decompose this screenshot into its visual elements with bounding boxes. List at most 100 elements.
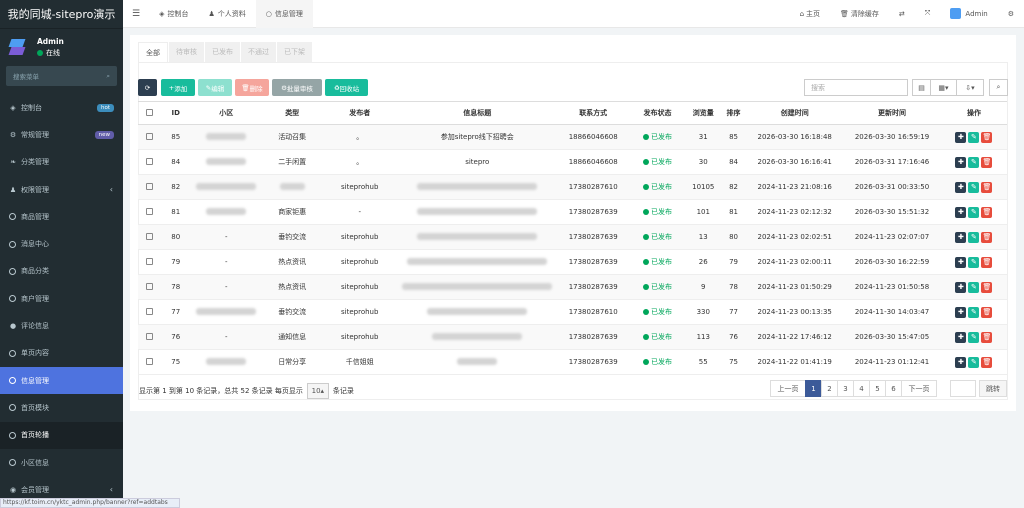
- drag-icon[interactable]: ✚: [955, 306, 967, 318]
- edit-icon[interactable]: ✎: [968, 281, 980, 293]
- table-row[interactable]: 76- 通知信息 siteprohub 17380287639 已发布 113 76 2024…: [138, 324, 1007, 350]
- sidebar-search-input[interactable]: 搜索菜单 ⌕: [6, 66, 117, 86]
- column-header[interactable]: 创建时间: [746, 101, 844, 125]
- delete-icon[interactable]: 🗑: [981, 256, 993, 268]
- edit-icon[interactable]: ✎: [968, 356, 980, 368]
- filter-tab-0[interactable]: 全部: [138, 42, 168, 62]
- sidebar-item-11[interactable]: 首页模块: [0, 394, 123, 421]
- table-row[interactable]: 80- 垂钓交流 siteprohub 17380287639 已发布 13 80 2024-…: [138, 224, 1007, 250]
- next-page-button[interactable]: 下一页: [901, 380, 937, 397]
- table-row[interactable]: 79- 热点资讯 siteprohub 17380287639 已发布 26 79 2024-…: [138, 249, 1007, 275]
- export-icon[interactable]: ⇩▾: [956, 79, 984, 96]
- drag-icon[interactable]: ✚: [955, 156, 967, 168]
- jump-page-input[interactable]: [950, 380, 976, 397]
- page-button[interactable]: 2: [821, 380, 838, 397]
- page-button[interactable]: 5: [869, 380, 886, 397]
- edit-icon[interactable]: ✎: [968, 306, 980, 318]
- column-header[interactable]: 小区: [190, 101, 263, 125]
- filter-tab-4[interactable]: 已下架: [277, 42, 312, 62]
- row-checkbox[interactable]: [146, 282, 154, 290]
- tab-info-manage[interactable]: ○ 信息管理: [255, 0, 313, 28]
- filter-tab-2[interactable]: 已发布: [205, 42, 240, 62]
- refresh-button[interactable]: ⟳: [138, 79, 157, 96]
- delete-icon[interactable]: 🗑: [981, 306, 993, 318]
- sidebar-item-5[interactable]: 消息中心: [0, 230, 123, 257]
- drag-icon[interactable]: ✚: [955, 256, 967, 268]
- app-title[interactable]: 我的同城-sitepro演示: [0, 0, 123, 29]
- tab-profile[interactable]: ♟ 个人资料: [198, 0, 255, 28]
- table-row[interactable]: 85 活动召集。参加sitepro线下招聘会 18866046608 已发布 31 85 2…: [138, 124, 1007, 150]
- clear-cache-button[interactable]: 🗑 清除缓存: [830, 0, 889, 28]
- delete-icon[interactable]: 🗑: [981, 281, 993, 293]
- sidebar-item-4[interactable]: 商品管理: [0, 203, 123, 230]
- sidebar-item-6[interactable]: 商品分类: [0, 258, 123, 285]
- table-row[interactable]: 84 二手闲置。 sitepro 18866046608 已发布 30 84 2026-03-…: [138, 149, 1007, 175]
- column-header[interactable]: 发布者: [321, 101, 398, 125]
- sidebar-item-0[interactable]: ◈ 控制台 hot: [0, 94, 123, 121]
- column-header[interactable]: 浏览量: [685, 101, 721, 125]
- table-row[interactable]: 82 siteprohub 17380287610 已发布 10105 82 2024-11…: [138, 174, 1007, 200]
- select-all-checkbox[interactable]: [138, 101, 162, 125]
- edit-icon[interactable]: ✎: [968, 181, 980, 193]
- delete-icon[interactable]: 🗑: [981, 181, 993, 193]
- column-header[interactable]: 排序: [720, 101, 747, 125]
- jump-button[interactable]: 跳转: [979, 380, 1007, 397]
- filter-tab-3[interactable]: 不通过: [241, 42, 276, 62]
- drag-icon[interactable]: ✚: [955, 331, 967, 343]
- column-header[interactable]: ID: [161, 101, 191, 125]
- drag-icon[interactable]: ✚: [955, 131, 967, 143]
- row-checkbox[interactable]: [146, 307, 154, 315]
- sidebar-item-12[interactable]: 首页轮播: [0, 421, 123, 449]
- sidebar-item-8[interactable]: ● 评论信息: [0, 312, 123, 339]
- drag-icon[interactable]: ✚: [955, 281, 967, 293]
- edit-icon[interactable]: ✎: [968, 156, 980, 168]
- table-row[interactable]: 78- 热点资讯 siteprohub 17380287639 已发布 9 78 2024-1…: [138, 274, 1007, 300]
- row-checkbox[interactable]: [146, 207, 154, 215]
- sidebar-item-7[interactable]: 商户管理: [0, 285, 123, 312]
- delete-icon[interactable]: 🗑: [981, 231, 993, 243]
- page-button[interactable]: 4: [853, 380, 870, 397]
- column-header[interactable]: 操作: [940, 101, 1007, 125]
- row-checkbox[interactable]: [146, 332, 154, 340]
- menu-toggle-icon[interactable]: ☰: [123, 0, 149, 28]
- row-checkbox[interactable]: [146, 132, 154, 140]
- delete-button[interactable]: 🗑 删除: [235, 79, 269, 96]
- row-checkbox[interactable]: [146, 157, 154, 165]
- tab-dashboard[interactable]: ◈ 控制台: [149, 0, 198, 28]
- edit-icon[interactable]: ✎: [968, 231, 980, 243]
- delete-icon[interactable]: 🗑: [981, 206, 993, 218]
- delete-icon[interactable]: 🗑: [981, 131, 993, 143]
- translate-icon[interactable]: ⇄: [889, 0, 915, 28]
- sidebar-item-2[interactable]: ❧ 分类管理: [0, 149, 123, 176]
- sidebar-item-10[interactable]: 信息管理: [0, 366, 123, 395]
- edit-icon[interactable]: ✎: [968, 206, 980, 218]
- columns-icon[interactable]: ▦▾: [930, 79, 957, 96]
- settings-gear-icon[interactable]: ⚙: [998, 0, 1024, 28]
- edit-icon[interactable]: ✎: [968, 131, 980, 143]
- table-search-input[interactable]: 搜索: [804, 79, 908, 96]
- advanced-search-icon[interactable]: ⌕: [989, 79, 1008, 96]
- admin-menu[interactable]: Admin: [940, 0, 997, 28]
- table-row[interactable]: 75 日常分享 千信姐姐 17380287639 已发布 55 75 2024-11-22 0…: [138, 349, 1007, 375]
- sidebar-item-3[interactable]: ♟ 权限管理 ‹: [0, 176, 123, 203]
- sidebar-item-13[interactable]: 小区信息: [0, 449, 123, 476]
- prev-page-button[interactable]: 上一页: [770, 380, 806, 397]
- column-header[interactable]: 信息标题: [397, 101, 558, 125]
- fullscreen-icon[interactable]: ⤧: [915, 0, 941, 28]
- page-button[interactable]: 1: [805, 380, 822, 397]
- sidebar-item-1[interactable]: ⚙ 常规管理 new: [0, 121, 123, 148]
- table-row[interactable]: 77 垂钓交流 siteprohub 17380287610 已发布 330 77 2024-…: [138, 299, 1007, 325]
- page-button[interactable]: 6: [885, 380, 902, 397]
- column-header[interactable]: 更新时间: [843, 101, 941, 125]
- drag-icon[interactable]: ✚: [955, 181, 967, 193]
- recycle-bin-button[interactable]: ♻ 回收站: [325, 79, 368, 96]
- batch-review-button[interactable]: ⚙ 批量审核: [272, 79, 322, 96]
- row-checkbox[interactable]: [146, 182, 154, 190]
- table-row[interactable]: 81 商家钜惠 -17380287639 已发布 101 81 2024-11-23 02:…: [138, 199, 1007, 225]
- drag-icon[interactable]: ✚: [955, 231, 967, 243]
- edit-button[interactable]: ✎ 编辑: [198, 79, 232, 96]
- page-size-select[interactable]: 10 ▴: [306, 383, 329, 399]
- row-checkbox[interactable]: [146, 357, 154, 365]
- column-header[interactable]: 联系方式: [557, 101, 630, 125]
- home-link[interactable]: ⌂ 主页: [790, 0, 830, 28]
